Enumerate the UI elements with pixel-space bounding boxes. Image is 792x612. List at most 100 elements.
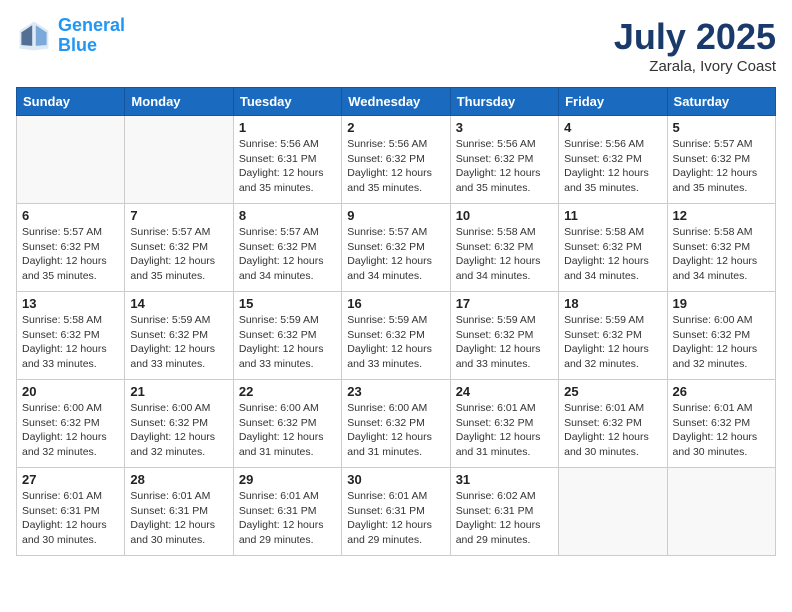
day-number: 24: [456, 384, 553, 399]
weekday-header-sunday: Sunday: [17, 88, 125, 116]
day-info: Sunrise: 6:01 AM Sunset: 6:32 PM Dayligh…: [673, 401, 770, 460]
day-number: 4: [564, 120, 661, 135]
day-info: Sunrise: 6:01 AM Sunset: 6:31 PM Dayligh…: [22, 489, 119, 548]
calendar-header-row: SundayMondayTuesdayWednesdayThursdayFrid…: [17, 88, 776, 116]
day-number: 11: [564, 208, 661, 223]
calendar-cell: 13 Sunrise: 5:58 AM Sunset: 6:32 PM Dayli…: [17, 292, 125, 380]
calendar-cell: 7Sunrise: 5:57 AM Sunset: 6:32 PM Daylig…: [125, 204, 233, 292]
day-info: Sunrise: 5:57 AM Sunset: 6:32 PM Dayligh…: [130, 225, 227, 284]
day-number: 22: [239, 384, 336, 399]
calendar-cell: 6 Sunrise: 5:57 AM Sunset: 6:32 PM Daylig…: [17, 204, 125, 292]
calendar-cell: 9 Sunrise: 5:57 AM Sunset: 6:32 PM Daylig…: [342, 204, 450, 292]
day-info: Sunrise: 5:58 AM Sunset: 6:32 PM Dayligh…: [564, 225, 661, 284]
day-info: Sunrise: 5:56 AM Sunset: 6:32 PM Dayligh…: [564, 137, 661, 196]
page-header: General Blue July 2025 Zarala, Ivory Coa…: [16, 16, 776, 75]
day-info: Sunrise: 5:59 AM Sunset: 6:32 PM Dayligh…: [239, 313, 336, 372]
day-info: Sunrise: 6:01 AM Sunset: 6:31 PM Dayligh…: [347, 489, 444, 548]
day-info: Sunrise: 6:01 AM Sunset: 6:31 PM Dayligh…: [239, 489, 336, 548]
week-row-3: 13 Sunrise: 5:58 AM Sunset: 6:32 PM Dayli…: [17, 292, 776, 380]
day-info: Sunrise: 6:00 AM Sunset: 6:32 PM Dayligh…: [673, 313, 770, 372]
day-info: Sunrise: 5:56 AM Sunset: 6:31 PM Dayligh…: [239, 137, 336, 196]
day-info: Sunrise: 6:00 AM Sunset: 6:32 PM Dayligh…: [239, 401, 336, 460]
day-number: 20: [22, 384, 119, 399]
day-number: 16: [347, 296, 444, 311]
calendar-cell: 24 Sunrise: 6:01 AM Sunset: 6:32 PM Dayli…: [450, 380, 558, 468]
logo-line2: Blue: [58, 35, 97, 55]
day-number: 28: [130, 472, 227, 487]
calendar-cell: 2 Sunrise: 5:56 AM Sunset: 6:32 PM Daylig…: [342, 116, 450, 204]
day-info: Sunrise: 6:00 AM Sunset: 6:32 PM Dayligh…: [347, 401, 444, 460]
day-info: Sunrise: 6:01 AM Sunset: 6:32 PM Dayligh…: [456, 401, 553, 460]
calendar-cell: 15 Sunrise: 5:59 AM Sunset: 6:32 PM Dayli…: [233, 292, 341, 380]
day-info: Sunrise: 6:01 AM Sunset: 6:32 PM Dayligh…: [564, 401, 661, 460]
day-number: 8: [239, 208, 336, 223]
day-info: Sunrise: 5:59 AM Sunset: 6:32 PM Dayligh…: [347, 313, 444, 372]
calendar-cell: 12Sunrise: 5:58 AM Sunset: 6:32 PM Dayli…: [667, 204, 775, 292]
calendar-cell: [17, 116, 125, 204]
day-info: Sunrise: 5:59 AM Sunset: 6:32 PM Dayligh…: [456, 313, 553, 372]
day-info: Sunrise: 6:00 AM Sunset: 6:32 PM Dayligh…: [22, 401, 119, 460]
day-number: 14: [130, 296, 227, 311]
calendar-cell: 4 Sunrise: 5:56 AM Sunset: 6:32 PM Daylig…: [559, 116, 667, 204]
week-row-1: 1 Sunrise: 5:56 AM Sunset: 6:31 PM Daylig…: [17, 116, 776, 204]
calendar-cell: 3 Sunrise: 5:56 AM Sunset: 6:32 PM Daylig…: [450, 116, 558, 204]
weekday-header-friday: Friday: [559, 88, 667, 116]
day-info: Sunrise: 5:56 AM Sunset: 6:32 PM Dayligh…: [456, 137, 553, 196]
week-row-4: 20 Sunrise: 6:00 AM Sunset: 6:32 PM Dayli…: [17, 380, 776, 468]
day-number: 25: [564, 384, 661, 399]
calendar-cell: [559, 468, 667, 556]
month-title: July 2025: [614, 16, 776, 58]
day-number: 30: [347, 472, 444, 487]
day-info: Sunrise: 5:57 AM Sunset: 6:32 PM Dayligh…: [239, 225, 336, 284]
day-info: Sunrise: 5:57 AM Sunset: 6:32 PM Dayligh…: [22, 225, 119, 284]
day-number: 5: [673, 120, 770, 135]
day-number: 15: [239, 296, 336, 311]
calendar-cell: 27Sunrise: 6:01 AM Sunset: 6:31 PM Dayli…: [17, 468, 125, 556]
day-number: 26: [673, 384, 770, 399]
weekday-header-wednesday: Wednesday: [342, 88, 450, 116]
location-subtitle: Zarala, Ivory Coast: [614, 58, 776, 75]
day-number: 1: [239, 120, 336, 135]
logo-line1: General: [58, 15, 125, 35]
calendar-cell: 28 Sunrise: 6:01 AM Sunset: 6:31 PM Dayli…: [125, 468, 233, 556]
calendar-cell: 26 Sunrise: 6:01 AM Sunset: 6:32 PM Dayli…: [667, 380, 775, 468]
calendar-cell: 16 Sunrise: 5:59 AM Sunset: 6:32 PM Dayli…: [342, 292, 450, 380]
day-info: Sunrise: 5:58 AM Sunset: 6:32 PM Dayligh…: [22, 313, 119, 372]
weekday-header-tuesday: Tuesday: [233, 88, 341, 116]
calendar-cell: 25 Sunrise: 6:01 AM Sunset: 6:32 PM Dayli…: [559, 380, 667, 468]
day-number: 6: [22, 208, 119, 223]
week-row-2: 6 Sunrise: 5:57 AM Sunset: 6:32 PM Daylig…: [17, 204, 776, 292]
day-number: 9: [347, 208, 444, 223]
day-number: 2: [347, 120, 444, 135]
calendar-cell: 22 Sunrise: 6:00 AM Sunset: 6:32 PM Dayli…: [233, 380, 341, 468]
day-number: 17: [456, 296, 553, 311]
logo-text: General Blue: [58, 16, 125, 56]
calendar-cell: 21Sunrise: 6:00 AM Sunset: 6:32 PM Dayli…: [125, 380, 233, 468]
weekday-header-saturday: Saturday: [667, 88, 775, 116]
calendar-cell: 1 Sunrise: 5:56 AM Sunset: 6:31 PM Daylig…: [233, 116, 341, 204]
calendar-cell: 31Sunrise: 6:02 AM Sunset: 6:31 PM Dayli…: [450, 468, 558, 556]
day-info: Sunrise: 5:56 AM Sunset: 6:32 PM Dayligh…: [347, 137, 444, 196]
calendar-cell: 10Sunrise: 5:58 AM Sunset: 6:32 PM Dayli…: [450, 204, 558, 292]
day-number: 13: [22, 296, 119, 311]
calendar-cell: [125, 116, 233, 204]
day-number: 18: [564, 296, 661, 311]
day-info: Sunrise: 5:58 AM Sunset: 6:32 PM Dayligh…: [673, 225, 770, 284]
calendar-cell: 8 Sunrise: 5:57 AM Sunset: 6:32 PM Daylig…: [233, 204, 341, 292]
day-info: Sunrise: 5:57 AM Sunset: 6:32 PM Dayligh…: [347, 225, 444, 284]
day-info: Sunrise: 5:59 AM Sunset: 6:32 PM Dayligh…: [564, 313, 661, 372]
day-number: 29: [239, 472, 336, 487]
day-info: Sunrise: 6:01 AM Sunset: 6:31 PM Dayligh…: [130, 489, 227, 548]
day-number: 3: [456, 120, 553, 135]
calendar-table: SundayMondayTuesdayWednesdayThursdayFrid…: [16, 87, 776, 556]
day-number: 23: [347, 384, 444, 399]
calendar-cell: 29 Sunrise: 6:01 AM Sunset: 6:31 PM Dayli…: [233, 468, 341, 556]
calendar-cell: 17 Sunrise: 5:59 AM Sunset: 6:32 PM Dayli…: [450, 292, 558, 380]
day-info: Sunrise: 6:02 AM Sunset: 6:31 PM Dayligh…: [456, 489, 553, 548]
day-number: 19: [673, 296, 770, 311]
calendar-cell: 20 Sunrise: 6:00 AM Sunset: 6:32 PM Dayli…: [17, 380, 125, 468]
day-info: Sunrise: 5:59 AM Sunset: 6:32 PM Dayligh…: [130, 313, 227, 372]
day-info: Sunrise: 5:57 AM Sunset: 6:32 PM Dayligh…: [673, 137, 770, 196]
calendar-cell: 18 Sunrise: 5:59 AM Sunset: 6:32 PM Dayli…: [559, 292, 667, 380]
calendar-cell: 11 Sunrise: 5:58 AM Sunset: 6:32 PM Dayli…: [559, 204, 667, 292]
